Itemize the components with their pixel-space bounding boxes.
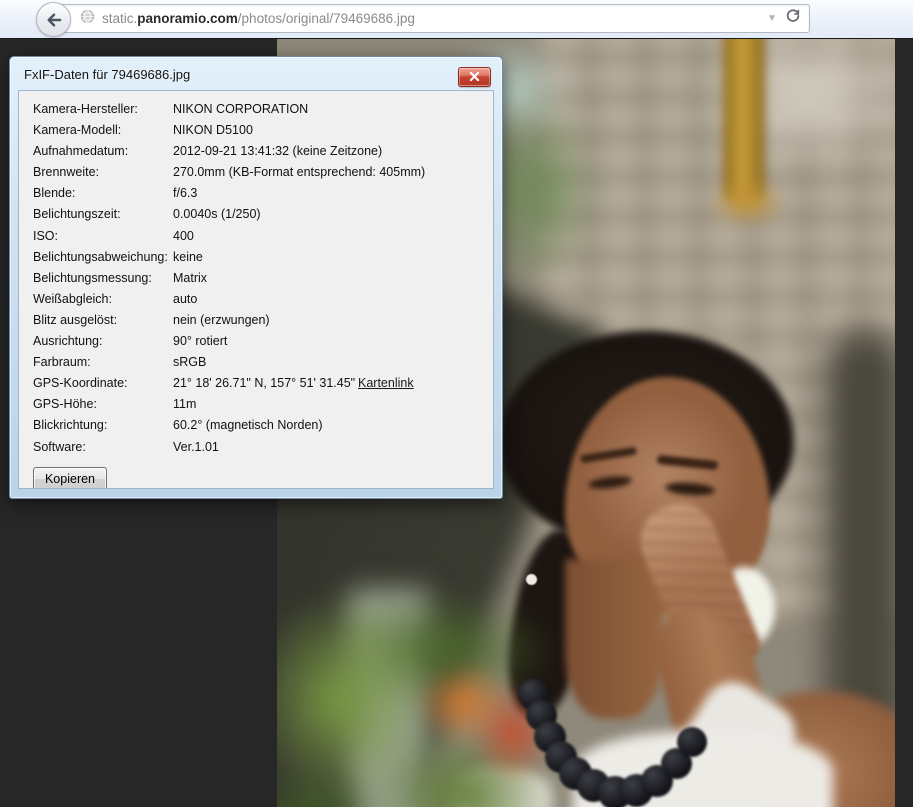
exif-value: f/6.3	[173, 186, 198, 201]
woman-neck	[565, 559, 663, 719]
map-link[interactable]: Kartenlink	[358, 373, 414, 394]
exif-label: Weißabgleich:	[33, 291, 112, 306]
exif-value: 270.0mm (KB-Format entsprechend: 405mm)	[173, 165, 426, 180]
exif-row: Aufnahmedatum: 2012-09-21 13:41:32 (keine…	[33, 141, 493, 162]
exif-row: GPS-Höhe: 11m	[33, 394, 493, 415]
exif-row: Software: Ver.1.01	[33, 437, 493, 458]
exif-value: auto	[173, 291, 198, 306]
exif-label: Brennweite:	[33, 165, 100, 180]
exif-row: ISO: 400	[33, 226, 493, 247]
exif-label: Belichtungsmessung:	[33, 270, 152, 285]
exif-value: 90° rotiert	[173, 334, 228, 349]
exif-label: Belichtungsabweichung:	[33, 249, 168, 264]
address-bar[interactable]: static.panoramio.com/photos/original/794…	[52, 4, 810, 33]
back-arrow-icon	[45, 11, 63, 29]
pearl-earring	[526, 574, 537, 585]
exif-value: 60.2° (magnetisch Norden)	[173, 418, 323, 433]
exif-label: Blickrichtung:	[33, 418, 108, 433]
exif-value: nein (erzwungen)	[173, 312, 270, 327]
exif-value: 400	[173, 228, 194, 243]
exif-row: Weißabgleich: auto	[33, 289, 493, 310]
close-button[interactable]	[458, 67, 491, 87]
reload-button[interactable]	[785, 8, 801, 29]
exif-row: Farbraum: sRGB	[33, 352, 493, 373]
exif-value: 2012-09-21 13:41:32 (keine Zeitzone)	[173, 144, 383, 159]
fxif-dialog: FxIF-Daten für 79469686.jpg Kamera-Herst…	[9, 56, 503, 499]
globe-icon	[80, 9, 95, 29]
exif-row: Kamera-Modell: NIKON D5100	[33, 120, 493, 141]
exif-value: 21° 18' 26.71" N, 157° 51' 31.45" W	[173, 376, 355, 391]
exif-value: sRGB	[173, 355, 207, 370]
browser-toolbar: static.panoramio.com/photos/original/794…	[0, 0, 913, 39]
exif-row: Kamera-Hersteller: NIKON CORPORATION	[33, 99, 493, 120]
exif-value: 11m	[173, 397, 197, 412]
golden-blob-blur	[707, 179, 787, 227]
exif-label: Farbraum:	[33, 355, 91, 370]
exif-row: Belichtungsabweichung: keine	[33, 247, 493, 268]
exif-label: ISO:	[33, 228, 59, 243]
dialog-title: FxIF-Daten für 79469686.jpg	[24, 67, 191, 82]
exif-label: Ausrichtung:	[33, 334, 103, 349]
exif-value: NIKON D5100	[173, 123, 253, 138]
exif-label: Kamera-Hersteller:	[33, 102, 138, 116]
exif-label: GPS-Höhe:	[33, 397, 97, 412]
exif-label: Kamera-Modell:	[33, 123, 122, 138]
exif-table: Kamera-Hersteller: NIKON CORPORATION Kamer…	[18, 90, 494, 489]
copy-button[interactable]: Kopieren	[33, 466, 107, 488]
exif-row: Blende: f/6.3	[33, 183, 493, 204]
exif-row: Brennweite: 270.0mm (KB-Format entspreche…	[33, 162, 493, 183]
exif-label: Blende:	[33, 186, 76, 201]
exif-row: GPS-Koordinate: 21° 18' 26.71" N, 157° 51…	[33, 373, 493, 394]
exif-row: Ausrichtung: 90° rotiert	[33, 331, 493, 352]
back-button[interactable]	[36, 2, 71, 37]
exif-value: 0.0040s (1/250)	[173, 207, 261, 222]
necklace-bead	[677, 727, 707, 757]
exif-row: Blitz ausgelöst: nein (erzwungen)	[33, 310, 493, 331]
exif-value: Ver.1.01	[173, 439, 219, 454]
chevron-down-icon[interactable]: ▼	[759, 13, 785, 24]
exif-row: Blickrichtung: 60.2° (magnetisch Norden)	[33, 415, 493, 436]
url-text: static.panoramio.com/photos/original/794…	[102, 11, 415, 26]
exif-row: Belichtungsmessung: Matrix	[33, 268, 493, 289]
exif-value: Matrix	[173, 270, 208, 285]
close-icon	[469, 68, 480, 86]
exif-value: keine	[173, 249, 203, 264]
exif-label: Blitz ausgelöst:	[33, 312, 118, 327]
reload-icon	[785, 8, 801, 29]
exif-label: GPS-Koordinate:	[33, 376, 128, 391]
exif-label: Software:	[33, 439, 86, 454]
exif-label: Belichtungszeit:	[33, 207, 121, 222]
exif-row: Belichtungszeit: 0.0040s (1/250)	[33, 204, 493, 225]
exif-label: Aufnahmedatum:	[33, 144, 129, 159]
exif-value: NIKON CORPORATION	[173, 102, 309, 116]
